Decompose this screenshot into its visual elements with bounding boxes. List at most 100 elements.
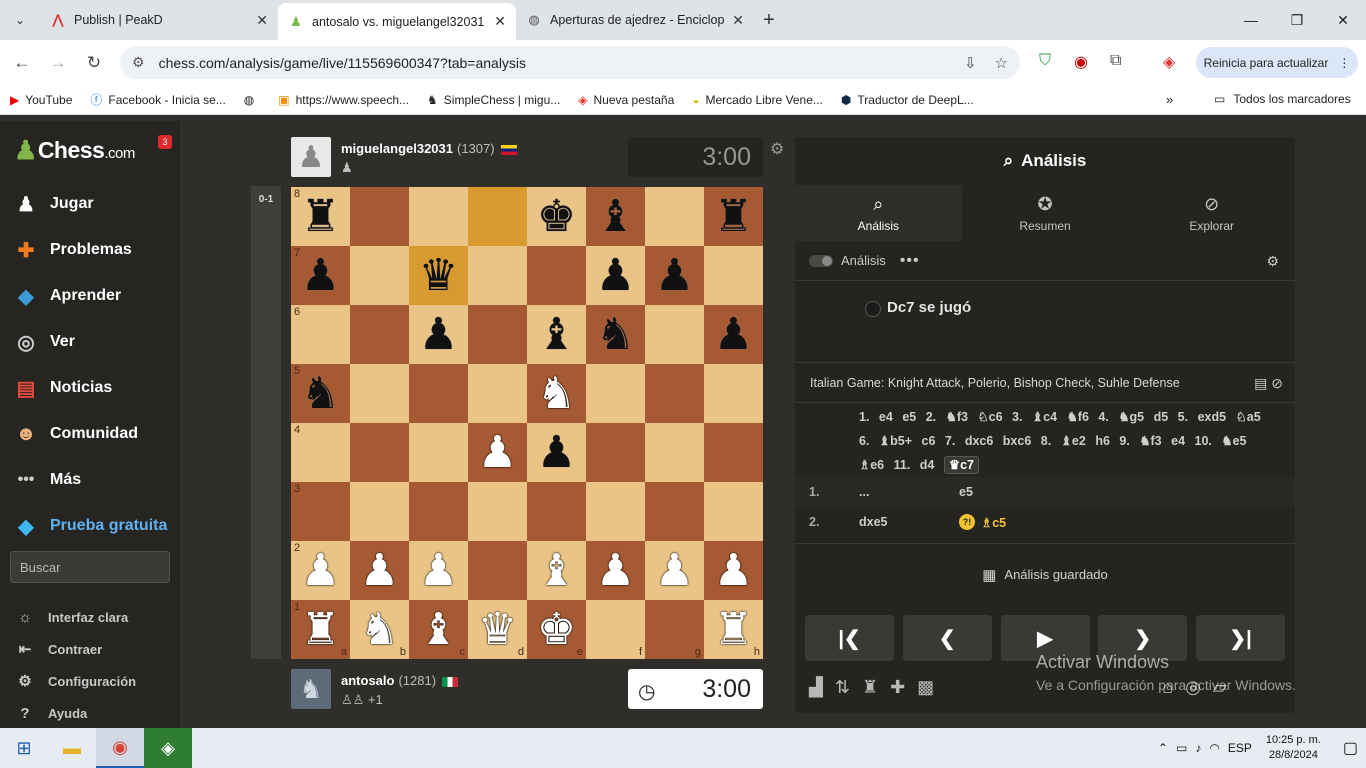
tab-explorar[interactable]: ⊘ Explorar (1128, 185, 1295, 241)
extension-icon[interactable]: ◉ (1074, 52, 1088, 72)
black-rook-piece[interactable]: ♜ (714, 194, 753, 239)
black-pawn-piece[interactable]: ♟ (655, 253, 694, 298)
language-indicator[interactable]: ESP (1228, 741, 1252, 755)
black-bishop-piece[interactable]: ♝ (596, 194, 635, 239)
white-pawn-piece[interactable]: ♟ (714, 548, 753, 593)
new-tab-button[interactable]: + (754, 3, 784, 37)
reload-icon[interactable]: ↻ (76, 53, 112, 73)
board-square-c4[interactable] (409, 423, 468, 482)
chess-board[interactable]: 8 ♜ ♚ ♝ ♜ 7 ♟ ♛ ♟ ♟ 6 ♟ ♝ ♞ ♟ 5 ♞ ♞ 4 ♟ ♟ 3 2 ♟ ♟ ♟ ♝ ♟ ♟ ♟ 1 a ♜ b ♞ c ♝ d ♛ e… (291, 187, 763, 659)
sidebar-item-mas[interactable]: ••• Más (0, 457, 180, 503)
first-move-button[interactable]: |❮ (805, 615, 894, 661)
pgn-move[interactable]: e5 (902, 410, 916, 424)
sidebar-item-problemas[interactable]: ✚ Problemas (0, 227, 180, 273)
black-king-piece[interactable]: ♚ (537, 194, 576, 239)
black-pawn-piece[interactable]: ♟ (419, 312, 458, 357)
white-king-piece[interactable]: ♚ (537, 607, 576, 652)
book-icon[interactable]: ▤ (1254, 375, 1267, 391)
board-square-b6[interactable] (350, 305, 409, 364)
board-square-b2[interactable]: ♟ (350, 541, 409, 600)
black-rook-piece[interactable]: ♜ (301, 194, 340, 239)
pieces-icon[interactable]: ♜ (862, 677, 878, 698)
black-pawn-piece[interactable]: ♟ (301, 253, 340, 298)
board-square-c8[interactable] (409, 187, 468, 246)
avatar[interactable]: ♟ (291, 137, 331, 177)
close-window-icon[interactable]: ✕ (1320, 12, 1366, 29)
black-pawn-piece[interactable]: ♟ (596, 253, 635, 298)
white-move[interactable]: ... (859, 485, 959, 499)
close-icon[interactable]: ✕ (494, 13, 506, 30)
sidebar-item-comunidad[interactable]: ☻ Comunidad (0, 411, 180, 457)
board-square-h8[interactable]: ♜ (704, 187, 763, 246)
board-square-d5[interactable] (468, 364, 527, 423)
browser-tab-aperturas[interactable]: ◍ Aperturas de ajedrez - Enciclop ✕ (516, 3, 754, 37)
pgn-move[interactable]: c6 (922, 434, 936, 448)
flip-board-icon[interactable]: ⇅ (835, 677, 850, 698)
more-bookmarks-icon[interactable]: » (1166, 92, 1173, 107)
sidebar-item-jugar[interactable]: ♟ Jugar (0, 181, 180, 227)
board-square-f1[interactable]: f (586, 600, 645, 659)
board-square-f6[interactable]: ♞ (586, 305, 645, 364)
url-text[interactable]: chess.com/analysis/game/live/11556960034… (159, 55, 946, 71)
notification-badge[interactable]: 3 (158, 135, 172, 149)
pgn-move[interactable]: dxc6 (965, 434, 994, 448)
sidebar-item-configuracion[interactable]: ⚙ Configuración (0, 665, 180, 697)
more-options-icon[interactable]: ••• (900, 252, 920, 270)
sidebar-item-prueba[interactable]: ◆ Prueba gratuita (0, 503, 180, 549)
board-square-g1[interactable]: g (645, 600, 704, 659)
board-square-a5[interactable]: 5 ♞ (291, 364, 350, 423)
windows-start-icon[interactable]: ⊞ (0, 738, 48, 759)
white-bishop-piece[interactable]: ♝ (537, 548, 576, 593)
board-square-g5[interactable] (645, 364, 704, 423)
board-square-f8[interactable]: ♝ (586, 187, 645, 246)
board-square-h7[interactable] (704, 246, 763, 305)
add-board-icon[interactable]: ▩ (917, 677, 934, 698)
board-square-g2[interactable]: ♟ (645, 541, 704, 600)
avatar[interactable]: ♞ (291, 669, 331, 709)
board-square-a3[interactable]: 3 (291, 482, 350, 541)
hive-icon[interactable]: ◈ (1163, 52, 1175, 72)
white-knight-piece[interactable]: ♞ (360, 607, 399, 652)
board-square-g6[interactable] (645, 305, 704, 364)
white-bishop-piece[interactable]: ♝ (419, 607, 458, 652)
restore-icon[interactable]: ❐ (1274, 12, 1320, 29)
board-square-c1[interactable]: c ♝ (409, 600, 468, 659)
forward-icon[interactable]: → (40, 53, 76, 73)
board-square-f3[interactable] (586, 482, 645, 541)
board-square-e8[interactable]: ♚ (527, 187, 586, 246)
shield-extension-icon[interactable]: ⛉ (1039, 52, 1051, 70)
pgn-move[interactable]: ♝b5+ (879, 434, 912, 448)
player-name[interactable]: miguelangel32031 (341, 141, 453, 156)
pgn-move[interactable]: ♛c7 (943, 456, 979, 474)
board-square-d4[interactable]: ♟ (468, 423, 527, 482)
board-square-e3[interactable] (527, 482, 586, 541)
board-square-a2[interactable]: 2 ♟ (291, 541, 350, 600)
install-icon[interactable]: ⇩ (964, 54, 977, 72)
chrome-icon[interactable]: ◉ (96, 728, 144, 768)
pgn-move[interactable]: exd5 (1198, 410, 1227, 424)
board-square-e7[interactable] (527, 246, 586, 305)
board-square-a1[interactable]: 1 a ♜ (291, 600, 350, 659)
board-square-e6[interactable]: ♝ (527, 305, 586, 364)
black-move[interactable]: ♗c5 (981, 515, 1006, 530)
system-clock[interactable]: 10:25 p. m. 28/8/2024 (1266, 733, 1321, 763)
bar-chart-icon[interactable]: ▟ (809, 677, 823, 698)
opening-name[interactable]: Italian Game: Knight Attack, Polerio, Bi… (810, 376, 1180, 390)
white-knight-piece[interactable]: ♞ (537, 371, 576, 416)
board-square-h3[interactable] (704, 482, 763, 541)
omnibox[interactable]: ⚙ chess.com/analysis/game/live/115569600… (120, 46, 1020, 79)
gear-icon[interactable]: ⚙ (1266, 253, 1279, 270)
bookmark-deepl[interactable]: ⬢ Traductor de DeepL... (841, 93, 974, 107)
board-square-a8[interactable]: 8 ♜ (291, 187, 350, 246)
board-square-h4[interactable] (704, 423, 763, 482)
board-square-c6[interactable]: ♟ (409, 305, 468, 364)
sidebar-item-ver[interactable]: ◎ Ver (0, 319, 180, 365)
bookmark-mercadolibre[interactable]: ◒ Mercado Libre Vene... (692, 93, 823, 107)
previous-move-button[interactable]: ❮ (902, 615, 992, 661)
white-pawn-piece[interactable]: ♟ (419, 548, 458, 593)
all-bookmarks[interactable]: ▭ Todos los marcadores (1214, 92, 1351, 106)
board-square-e5[interactable]: ♞ (527, 364, 586, 423)
analysis-toggle[interactable] (809, 254, 833, 267)
tab-resumen[interactable]: ✪ Resumen (962, 185, 1129, 241)
pgn-move[interactable]: ♞e5 (1221, 434, 1246, 448)
